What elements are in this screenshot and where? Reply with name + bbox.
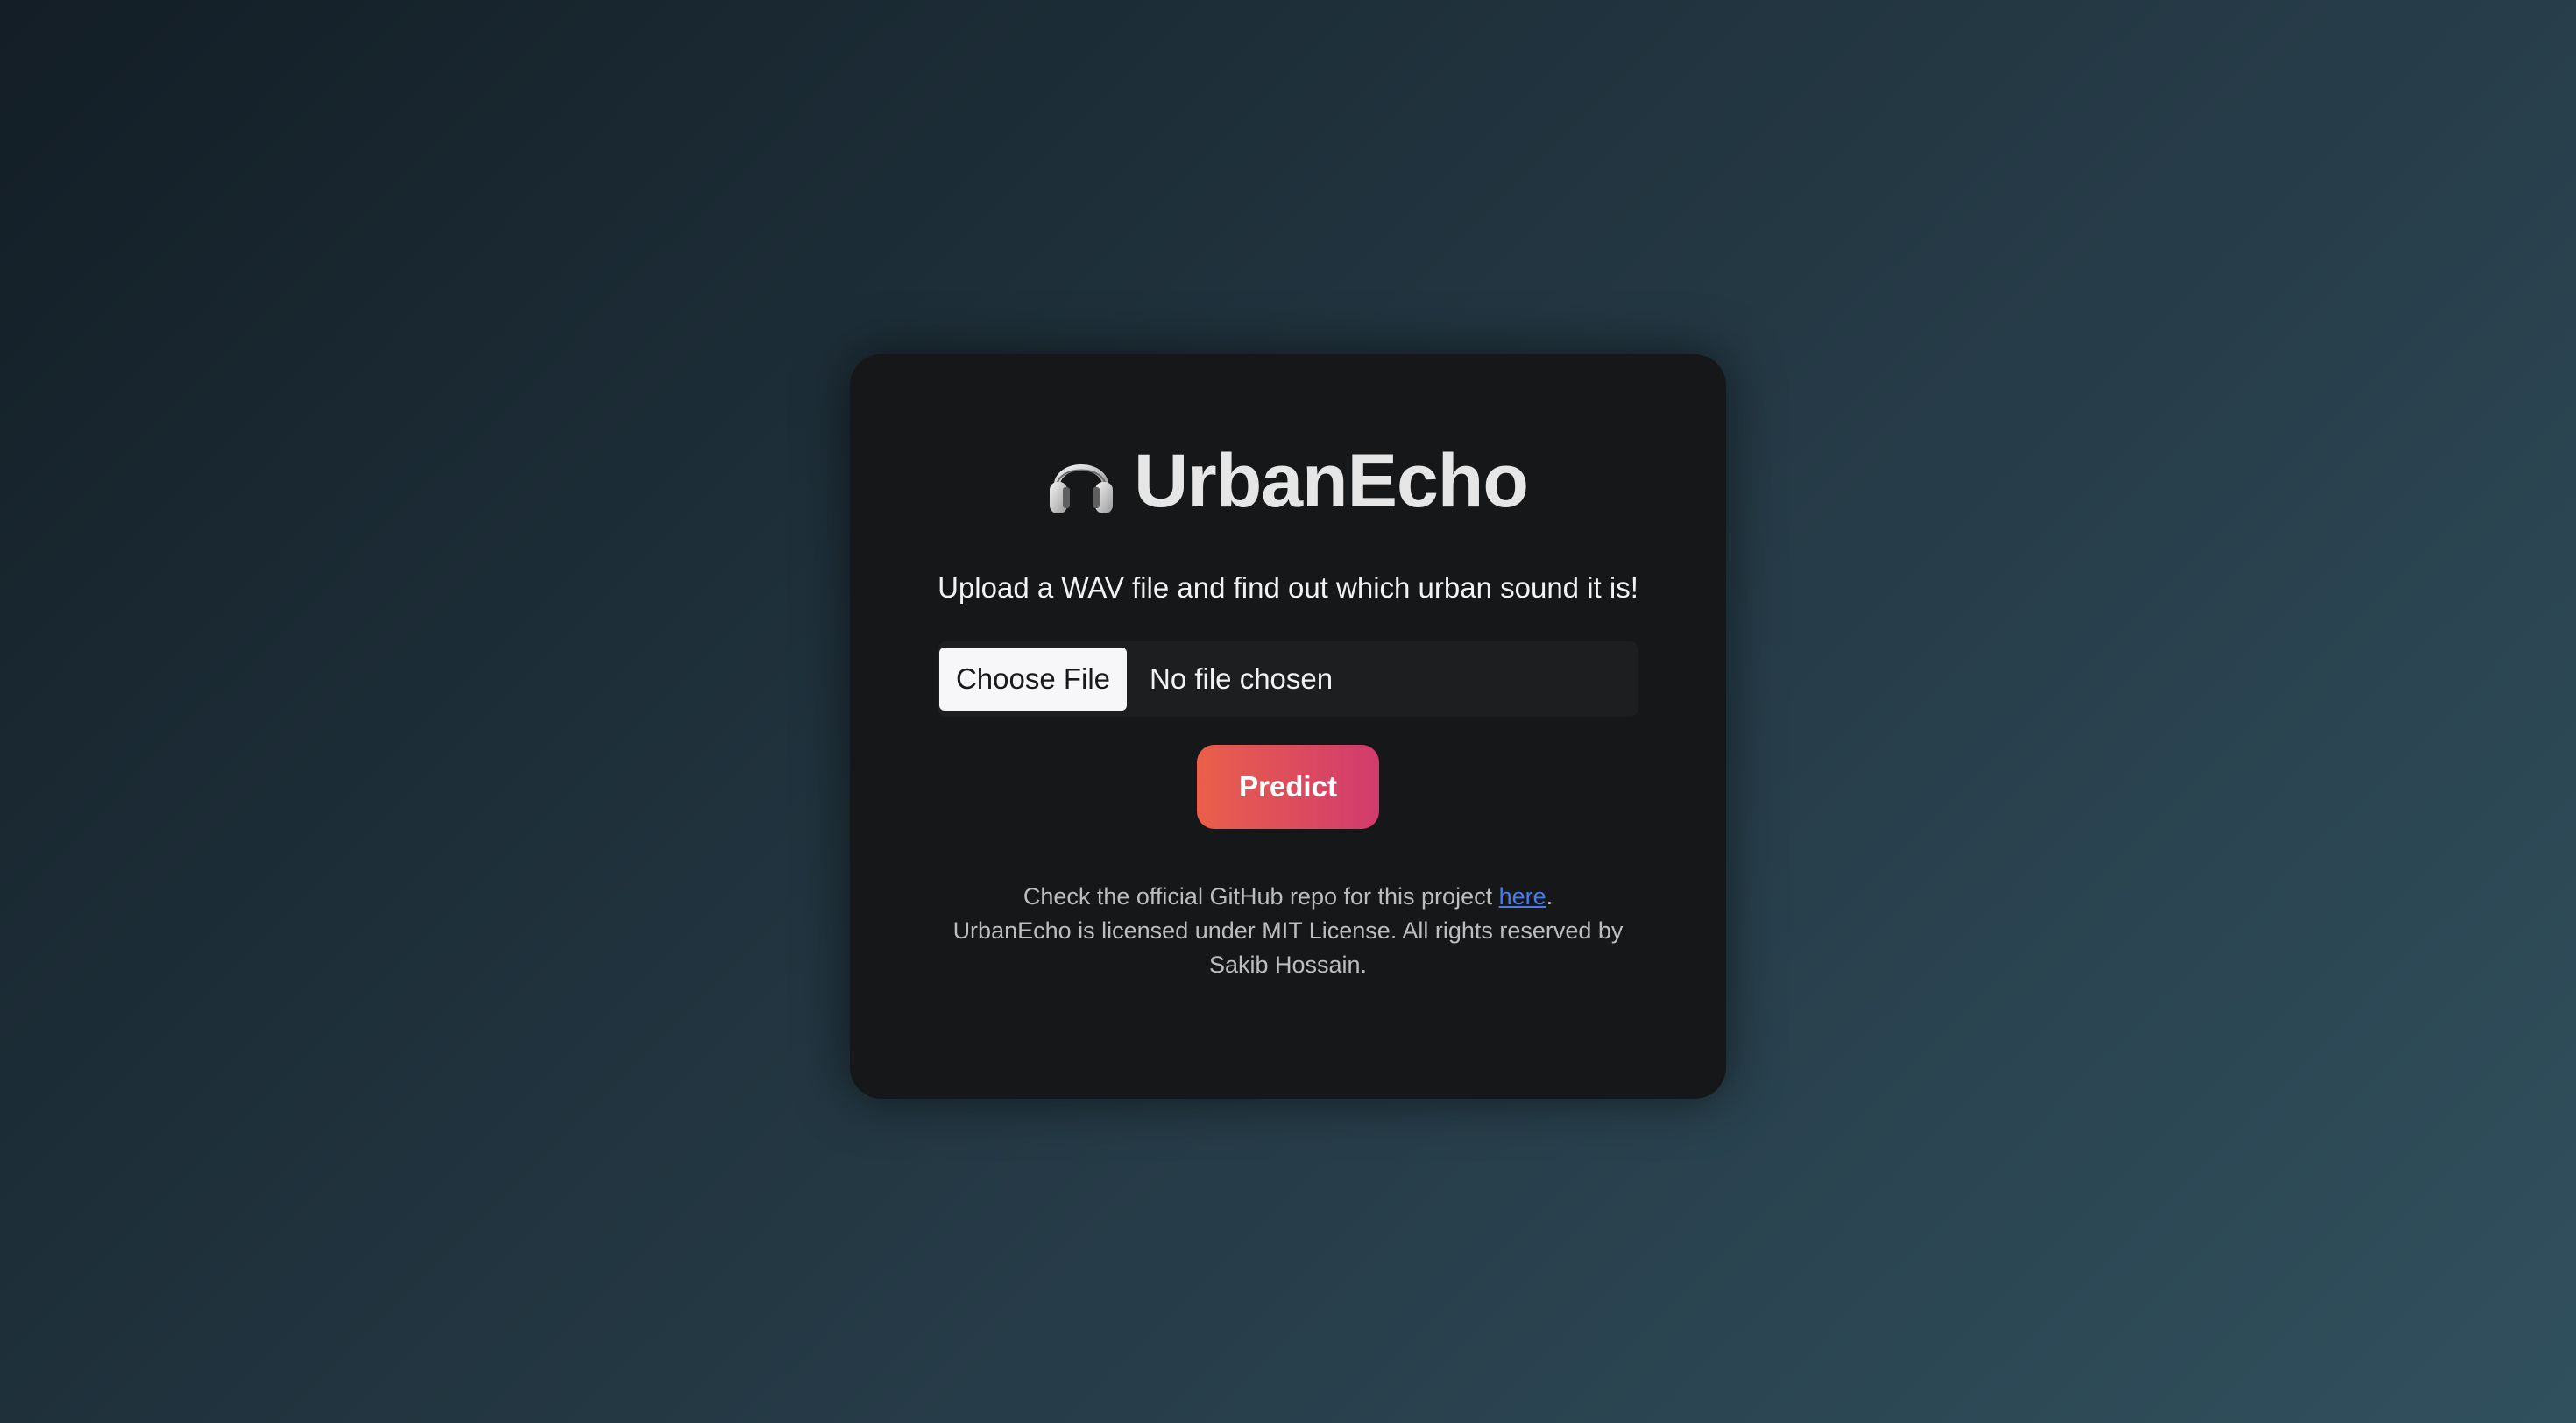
app-title: UrbanEcho (1134, 439, 1529, 523)
license-line-1: UrbanEcho is licensed under MIT License.… (952, 917, 1624, 944)
choose-file-button[interactable]: Choose File (939, 648, 1127, 711)
github-repo-link[interactable]: here (1499, 883, 1546, 910)
app-subtitle: Upload a WAV file and find out which urb… (938, 571, 1638, 604)
repo-text: Check the official GitHub repo for this … (1023, 883, 1499, 910)
predict-button[interactable]: Predict (1197, 745, 1379, 829)
file-upload-field[interactable]: Choose File No file chosen (938, 641, 1638, 717)
app-header: UrbanEcho (850, 438, 1726, 525)
headphones-icon (1048, 447, 1115, 517)
repo-line: Check the official GitHub repo for this … (850, 880, 1726, 914)
license-line-2: Sakib Hossain. (1208, 952, 1368, 978)
footer: Check the official GitHub repo for this … (850, 880, 1726, 982)
repo-suffix: . (1546, 883, 1553, 910)
main-card: UrbanEcho Upload a WAV file and find out… (850, 354, 1726, 1099)
file-status-text: No file chosen (1150, 662, 1334, 695)
